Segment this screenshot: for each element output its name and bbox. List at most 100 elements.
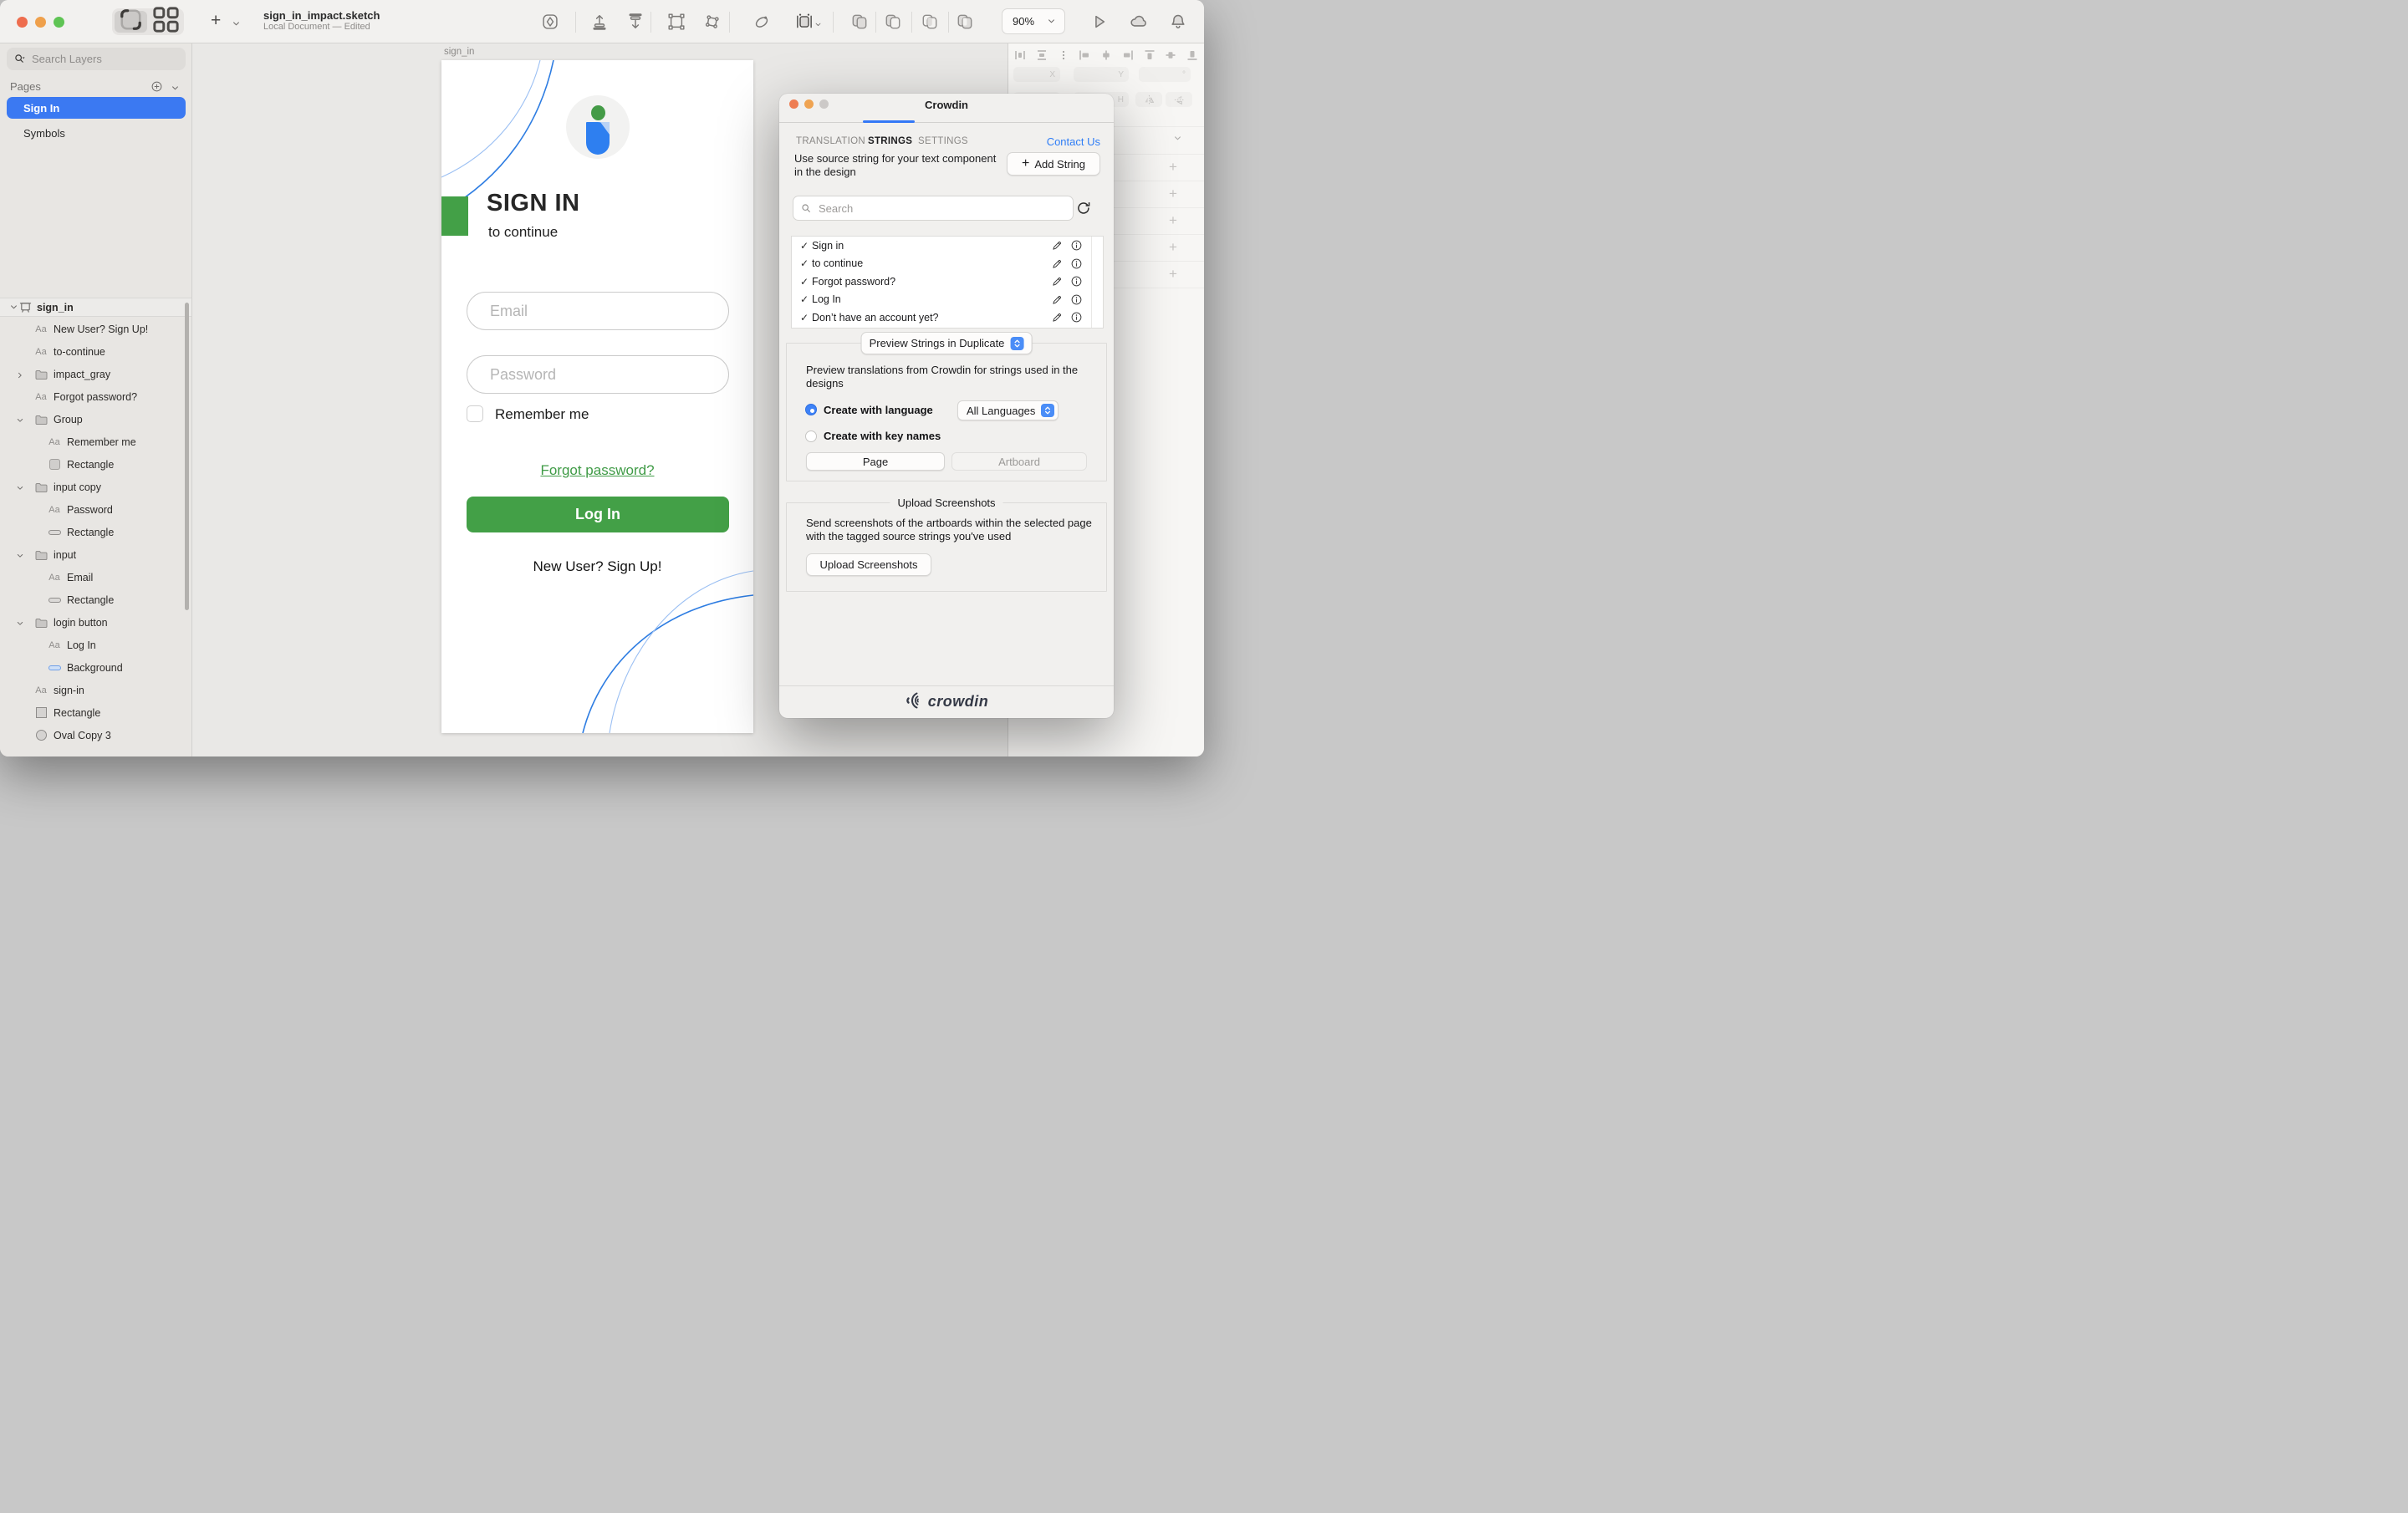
- page-button[interactable]: Page: [806, 452, 945, 471]
- rotation-field[interactable]: °: [1139, 67, 1191, 82]
- layer-row[interactable]: Rectangle: [0, 453, 191, 476]
- all-languages-dropdown[interactable]: All Languages: [957, 400, 1059, 420]
- artboard-group-header[interactable]: sign_in: [0, 298, 191, 317]
- layer-row[interactable]: Oval Copy 3: [0, 724, 191, 746]
- distribute-horizontal-icon[interactable]: [1013, 48, 1027, 66]
- create-with-key-names-label[interactable]: Create with key names: [824, 430, 941, 442]
- layer-row[interactable]: login button: [0, 611, 191, 634]
- flip-vertical-button[interactable]: [1166, 92, 1192, 107]
- string-row[interactable]: ✓Log In: [792, 291, 1103, 309]
- signin-subheading[interactable]: to continue: [488, 224, 558, 241]
- create-with-language-radio[interactable]: [805, 404, 817, 415]
- layer-row[interactable]: Background: [0, 656, 191, 679]
- layer-row[interactable]: input copy: [0, 476, 191, 498]
- layer-row[interactable]: Aato-continue: [0, 340, 191, 363]
- add-page-button[interactable]: [150, 80, 163, 93]
- email-field[interactable]: Email: [467, 292, 729, 330]
- remember-me-checkbox[interactable]: [467, 405, 483, 422]
- add-string-button[interactable]: + Add String: [1007, 152, 1100, 176]
- tab-settings[interactable]: SETTINGS: [918, 136, 968, 146]
- tab-translation[interactable]: TRANSLATION: [796, 136, 865, 146]
- sidebar-page-symbols[interactable]: Symbols: [7, 122, 186, 144]
- chevron-down-icon[interactable]: [814, 18, 823, 28]
- chevron-down-icon[interactable]: [15, 550, 25, 560]
- artboard-canvas-label[interactable]: sign_in: [444, 47, 474, 57]
- canvas-view-toggle[interactable]: [115, 11, 147, 33]
- layer-row[interactable]: input: [0, 543, 191, 566]
- component-grid-toggle[interactable]: [150, 11, 182, 33]
- add-style-button[interactable]: +: [1169, 266, 1177, 283]
- chevron-down-icon[interactable]: [15, 415, 25, 425]
- layer-row[interactable]: Rectangle: [0, 588, 191, 611]
- string-search-field[interactable]: [793, 196, 1074, 221]
- edit-string-pencil-icon[interactable]: [1051, 275, 1064, 288]
- upload-screenshots-button[interactable]: Upload Screenshots: [806, 553, 931, 576]
- edit-points-button[interactable]: [703, 13, 722, 31]
- sign-up-text[interactable]: New User? Sign Up!: [441, 558, 753, 575]
- artboard-button[interactable]: Artboard: [951, 452, 1087, 471]
- layer-row[interactable]: AaLog In: [0, 634, 191, 656]
- section-collapse-chevron-icon[interactable]: [1172, 133, 1183, 144]
- notifications-bell-button[interactable]: [1169, 13, 1187, 31]
- move-forward-button[interactable]: [590, 13, 609, 31]
- string-row[interactable]: ✓to continue: [792, 255, 1103, 273]
- intersect-button[interactable]: [921, 13, 939, 31]
- symbol-button[interactable]: [541, 13, 559, 31]
- close-window-button[interactable]: [17, 17, 28, 28]
- forgot-password-link[interactable]: Forgot password?: [441, 462, 753, 479]
- layer-row[interactable]: Rectangle: [0, 701, 191, 724]
- edit-string-pencil-icon[interactable]: [1051, 293, 1064, 306]
- string-row[interactable]: ✓Don’t have an account yet?: [792, 308, 1103, 327]
- chevron-down-icon[interactable]: [15, 482, 25, 492]
- subtract-button[interactable]: [884, 13, 902, 31]
- sidebar-scrollbar[interactable]: [185, 303, 189, 610]
- group-button[interactable]: [667, 13, 686, 31]
- layer-row[interactable]: impact_gray: [0, 363, 191, 385]
- y-position-field[interactable]: Y: [1074, 67, 1129, 82]
- align-right-icon[interactable]: [1121, 48, 1135, 66]
- align-top-icon[interactable]: [1143, 48, 1156, 66]
- chevron-down-icon[interactable]: [8, 302, 19, 313]
- x-position-field[interactable]: X: [1013, 67, 1060, 82]
- insert-button[interactable]: +: [211, 11, 221, 31]
- layer-row[interactable]: AaForgot password?: [0, 385, 191, 408]
- sidebar-page-sign-in[interactable]: Sign In: [7, 97, 186, 119]
- password-field[interactable]: Password: [467, 355, 729, 394]
- layer-row[interactable]: Aasign-in: [0, 679, 191, 701]
- move-backward-button[interactable]: [626, 13, 645, 31]
- align-center-h-icon[interactable]: [1099, 48, 1113, 66]
- signin-heading[interactable]: SIGN IN: [487, 190, 579, 217]
- string-info-icon[interactable]: [1070, 311, 1083, 323]
- flip-horizontal-button[interactable]: [1135, 92, 1162, 107]
- tab-strings[interactable]: STRINGS: [868, 136, 912, 146]
- resize-button[interactable]: [795, 13, 814, 31]
- align-middle-v-icon[interactable]: [1164, 48, 1177, 66]
- edit-string-pencil-icon[interactable]: [1051, 239, 1064, 252]
- layer-search-field[interactable]: [7, 48, 186, 70]
- more-dots-icon[interactable]: [1057, 48, 1070, 66]
- string-row[interactable]: ✓Forgot password?: [792, 273, 1103, 291]
- edit-string-pencil-icon[interactable]: [1051, 311, 1064, 323]
- layer-row[interactable]: AaRemember me: [0, 430, 191, 453]
- layer-row[interactable]: Group: [0, 408, 191, 430]
- string-info-icon[interactable]: [1070, 257, 1083, 270]
- create-with-key-names-radio[interactable]: [805, 430, 817, 442]
- log-in-button[interactable]: Log In: [467, 497, 729, 532]
- heading-accent-block[interactable]: [441, 196, 468, 236]
- insert-chevron-icon[interactable]: [231, 18, 242, 29]
- layer-row[interactable]: Rectangle: [0, 521, 191, 543]
- app-logo[interactable]: [566, 95, 630, 159]
- union-button[interactable]: [850, 13, 869, 31]
- pages-collapse-chevron-icon[interactable]: [170, 83, 181, 94]
- cloud-sync-button[interactable]: [1129, 13, 1147, 31]
- add-style-button[interactable]: +: [1169, 186, 1177, 202]
- chevron-right-icon[interactable]: [15, 369, 25, 380]
- preview-play-button[interactable]: [1089, 13, 1108, 31]
- align-bottom-icon[interactable]: [1186, 48, 1199, 66]
- refresh-strings-button[interactable]: [1075, 200, 1092, 217]
- add-style-button[interactable]: +: [1169, 159, 1177, 176]
- string-search-input[interactable]: [817, 201, 1043, 216]
- align-left-icon[interactable]: [1078, 48, 1091, 66]
- string-info-icon[interactable]: [1070, 293, 1083, 306]
- string-info-icon[interactable]: [1070, 275, 1083, 288]
